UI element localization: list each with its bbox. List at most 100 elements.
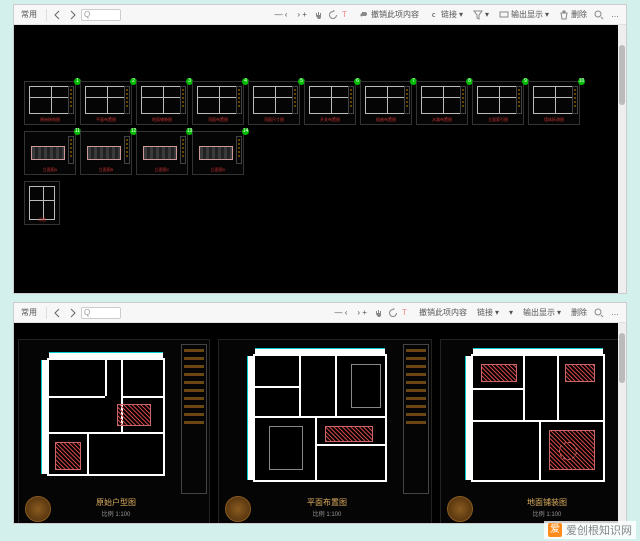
hand-icon[interactable]	[374, 308, 384, 318]
chevron-right-icon[interactable]	[67, 10, 77, 20]
search-input[interactable]: Q	[81, 9, 121, 21]
watermark-logo: 爱	[548, 523, 562, 537]
drawing-canvas-overview[interactable]: 原始结构图1 平面布置图2 地面铺装图3 顶面布置图4 顶面尺寸图5 开关布置图…	[14, 25, 626, 293]
sheet-label: 立面图A	[25, 167, 75, 173]
sheet-thumb[interactable]: 地面铺装图3	[136, 81, 188, 125]
search-icon[interactable]	[594, 308, 604, 318]
sheet-caption: 平面布置图	[257, 497, 397, 508]
sheet-label: 立面图D	[193, 167, 243, 173]
dropdown-icon: ▾	[485, 10, 489, 19]
delete-label: 删除	[571, 307, 587, 318]
chevron-left-icon[interactable]	[53, 10, 63, 20]
sheet-thumb[interactable]: 墙体拆改图10	[528, 81, 580, 125]
sheet-label: 墙体拆改图	[529, 117, 579, 123]
tab-common[interactable]: 常用	[18, 306, 40, 319]
sheet-scale: 比例 1:100	[479, 509, 615, 518]
watermark-text: 爱创根知识网	[566, 522, 632, 538]
scrollbar-thumb[interactable]	[619, 333, 625, 383]
sheet-row-1: 原始结构图1 平面布置图2 地面铺装图3 顶面布置图4 顶面尺寸图5 开关布置图…	[24, 81, 580, 125]
more-button[interactable]: …	[608, 9, 622, 20]
sheet-label: 立面图B	[81, 167, 131, 173]
filter-icon	[473, 10, 483, 20]
link-button[interactable]: 链接▾	[474, 306, 502, 319]
undo-button[interactable]: 撤销此项内容	[356, 8, 422, 21]
undo-icon	[359, 10, 369, 20]
search-input[interactable]: Q	[81, 307, 121, 319]
link-label: 链接	[441, 9, 457, 20]
delete-button[interactable]: 删除	[556, 8, 590, 21]
sheet-label: 平面布置图	[81, 117, 131, 123]
cad-window-overview: 常用 Q — ‹ › + T 撤销此项内容 链接▾ ▾ 输出显示▾ 删除 … 原…	[13, 4, 627, 294]
status-dot: 14	[242, 128, 249, 135]
chevron-right-icon[interactable]	[67, 308, 77, 318]
floor-plan	[47, 358, 165, 476]
toolbar-top: 常用 Q — ‹ › + T 撤销此项内容 链接▾ ▾ 输出显示▾ 删除 …	[14, 303, 626, 323]
status-dot: 10	[578, 78, 585, 85]
sheet-thumb[interactable]: 立面索引图9	[472, 81, 524, 125]
tab-common[interactable]: 常用	[18, 8, 40, 21]
sheet-thumb[interactable]: 水路布置图8	[416, 81, 468, 125]
watermark: 爱 爱创根知识网	[544, 521, 636, 539]
sheet-scale: 比例 1:100	[257, 509, 397, 518]
rotate-icon[interactable]	[388, 308, 398, 318]
drawing-sheet[interactable]: 地面铺装图 比例 1:100	[440, 339, 626, 523]
delete-button[interactable]: 删除	[568, 306, 590, 319]
nav-next[interactable]: › +	[294, 9, 310, 20]
sheet-thumb[interactable]: 立面图A11	[24, 131, 76, 175]
drawing-canvas-detail[interactable]: 原始户型图 比例 1:100 平面布置图 比例 1:100	[14, 323, 626, 523]
sheet-thumb[interactable]: 插座布置图7	[360, 81, 412, 125]
separator	[46, 9, 47, 21]
sheet-caption: 原始户型图	[57, 497, 175, 508]
sheet-thumb[interactable]: 立面图D14	[192, 131, 244, 175]
brand-logo	[25, 496, 51, 522]
cad-window-detail: 常用 Q — ‹ › + T 撤销此项内容 链接▾ ▾ 输出显示▾ 删除 …	[13, 302, 627, 524]
nav-prev[interactable]: — ‹	[272, 9, 291, 20]
sheet-thumb[interactable]: 开关布置图6	[304, 81, 356, 125]
dropdown-icon: ▾	[459, 10, 463, 19]
more-button[interactable]: …	[608, 307, 622, 318]
filter-button[interactable]: ▾	[470, 9, 492, 21]
drawing-sheet[interactable]: 原始户型图 比例 1:100	[18, 339, 210, 523]
sheet-label: 详图	[25, 217, 59, 223]
title-block	[181, 344, 207, 494]
sheet-label: 立面图C	[137, 167, 187, 173]
sheet-caption: 地面铺装图	[479, 497, 615, 508]
scrollbar-vertical[interactable]	[618, 323, 626, 523]
sheet-row-3: 详图	[24, 181, 60, 225]
nav-next[interactable]: › +	[354, 307, 370, 318]
output-label: 输出显示	[523, 307, 555, 318]
hand-icon[interactable]	[314, 10, 324, 20]
scrollbar-thumb[interactable]	[619, 45, 625, 105]
output-icon	[499, 10, 509, 20]
sheet-thumb[interactable]: 平面布置图2	[80, 81, 132, 125]
output-button[interactable]: 输出显示▾	[496, 8, 552, 21]
sheet-row-2: 立面图A11 立面图B12 立面图C13 立面图D14	[24, 131, 244, 175]
title-block	[403, 344, 429, 494]
sheet-label: 原始结构图	[25, 117, 75, 123]
undo-button[interactable]: 撤销此项内容	[416, 306, 470, 319]
scrollbar-vertical[interactable]	[618, 25, 626, 293]
undo-label: 撤销此项内容	[419, 307, 467, 318]
sheet-thumb[interactable]: 立面图B12	[80, 131, 132, 175]
output-label: 输出显示	[511, 9, 543, 20]
sheet-scale: 比例 1:100	[57, 509, 175, 518]
rotate-icon[interactable]	[328, 10, 338, 20]
text-icon[interactable]: T	[402, 308, 412, 318]
sheet-thumb[interactable]: 原始结构图1	[24, 81, 76, 125]
sheet-thumb[interactable]: 顶面布置图4	[192, 81, 244, 125]
search-icon[interactable]	[594, 10, 604, 20]
sheet-thumb[interactable]: 立面图C13	[136, 131, 188, 175]
nav-prev[interactable]: — ‹	[332, 307, 351, 318]
floor-plan	[471, 354, 605, 482]
drawing-sheet[interactable]: 平面布置图 比例 1:100	[218, 339, 432, 523]
link-label: 链接	[477, 307, 493, 318]
sheet-thumb[interactable]: 详图	[24, 181, 60, 225]
filter-button[interactable]: ▾	[506, 307, 516, 318]
chevron-left-icon[interactable]	[53, 308, 63, 318]
brand-logo	[447, 496, 473, 522]
sheet-thumb[interactable]: 顶面尺寸图5	[248, 81, 300, 125]
text-icon[interactable]: T	[342, 10, 352, 20]
link-button[interactable]: 链接▾	[426, 8, 466, 21]
floor-plan	[253, 354, 387, 482]
output-button[interactable]: 输出显示▾	[520, 306, 564, 319]
